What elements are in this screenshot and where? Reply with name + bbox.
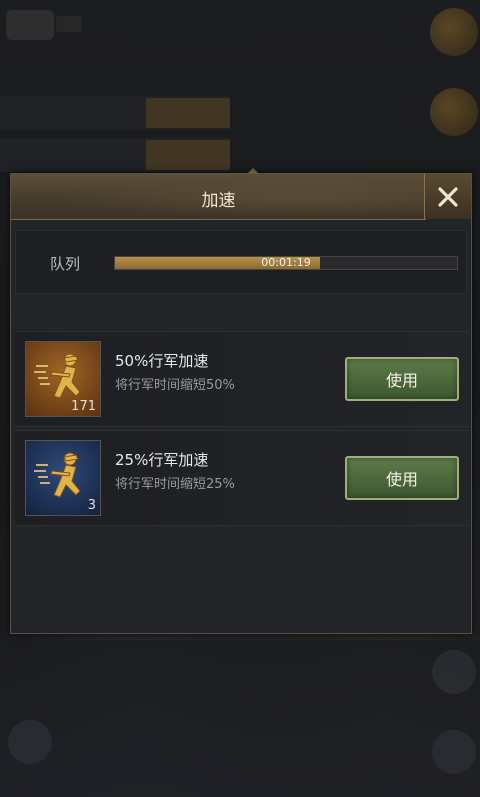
- use-button[interactable]: 使用: [345, 456, 459, 500]
- background-row: [0, 138, 230, 172]
- background-row: [0, 96, 230, 130]
- background-coin-icon: [430, 8, 478, 56]
- item-count: 3: [87, 498, 96, 513]
- background-label: [56, 16, 82, 32]
- list-item: 171 50%行军加速 将行军时间缩短50% 使用: [15, 331, 469, 427]
- speedup-dialog: 加速 队列 00:01:19 171 50%行军加速 将行军时间缩短50% 使用…: [10, 168, 472, 634]
- item-description: 将行军时间缩短25%: [115, 477, 235, 492]
- queue-label: 队列: [50, 255, 81, 273]
- queue-progress-bar: 00:01:19: [114, 256, 458, 270]
- dialog-title: 加速: [201, 191, 236, 211]
- item-count: 171: [71, 399, 96, 414]
- background-coin-icon: [430, 88, 478, 136]
- use-button[interactable]: 使用: [345, 357, 459, 401]
- background-figure: [432, 650, 476, 694]
- item-icon-frame: 3: [25, 440, 101, 516]
- background-avatar: [6, 10, 54, 40]
- item-icon-frame: 171: [25, 341, 101, 417]
- queue-panel: 队列 00:01:19: [15, 230, 467, 294]
- list-item: 3 25%行军加速 将行军时间缩短25% 使用: [15, 430, 469, 526]
- background-bottom: [0, 640, 480, 797]
- background-figure: [432, 730, 476, 774]
- dialog-title-bar: 加速: [11, 174, 426, 220]
- close-button[interactable]: [424, 174, 471, 219]
- background-figure: [8, 720, 52, 764]
- item-title: 50%行军加速: [115, 352, 209, 370]
- queue-time-remaining: 00:01:19: [261, 256, 311, 269]
- item-description: 将行军时间缩短50%: [115, 378, 235, 393]
- close-icon: [438, 186, 458, 207]
- item-title: 25%行军加速: [115, 451, 209, 469]
